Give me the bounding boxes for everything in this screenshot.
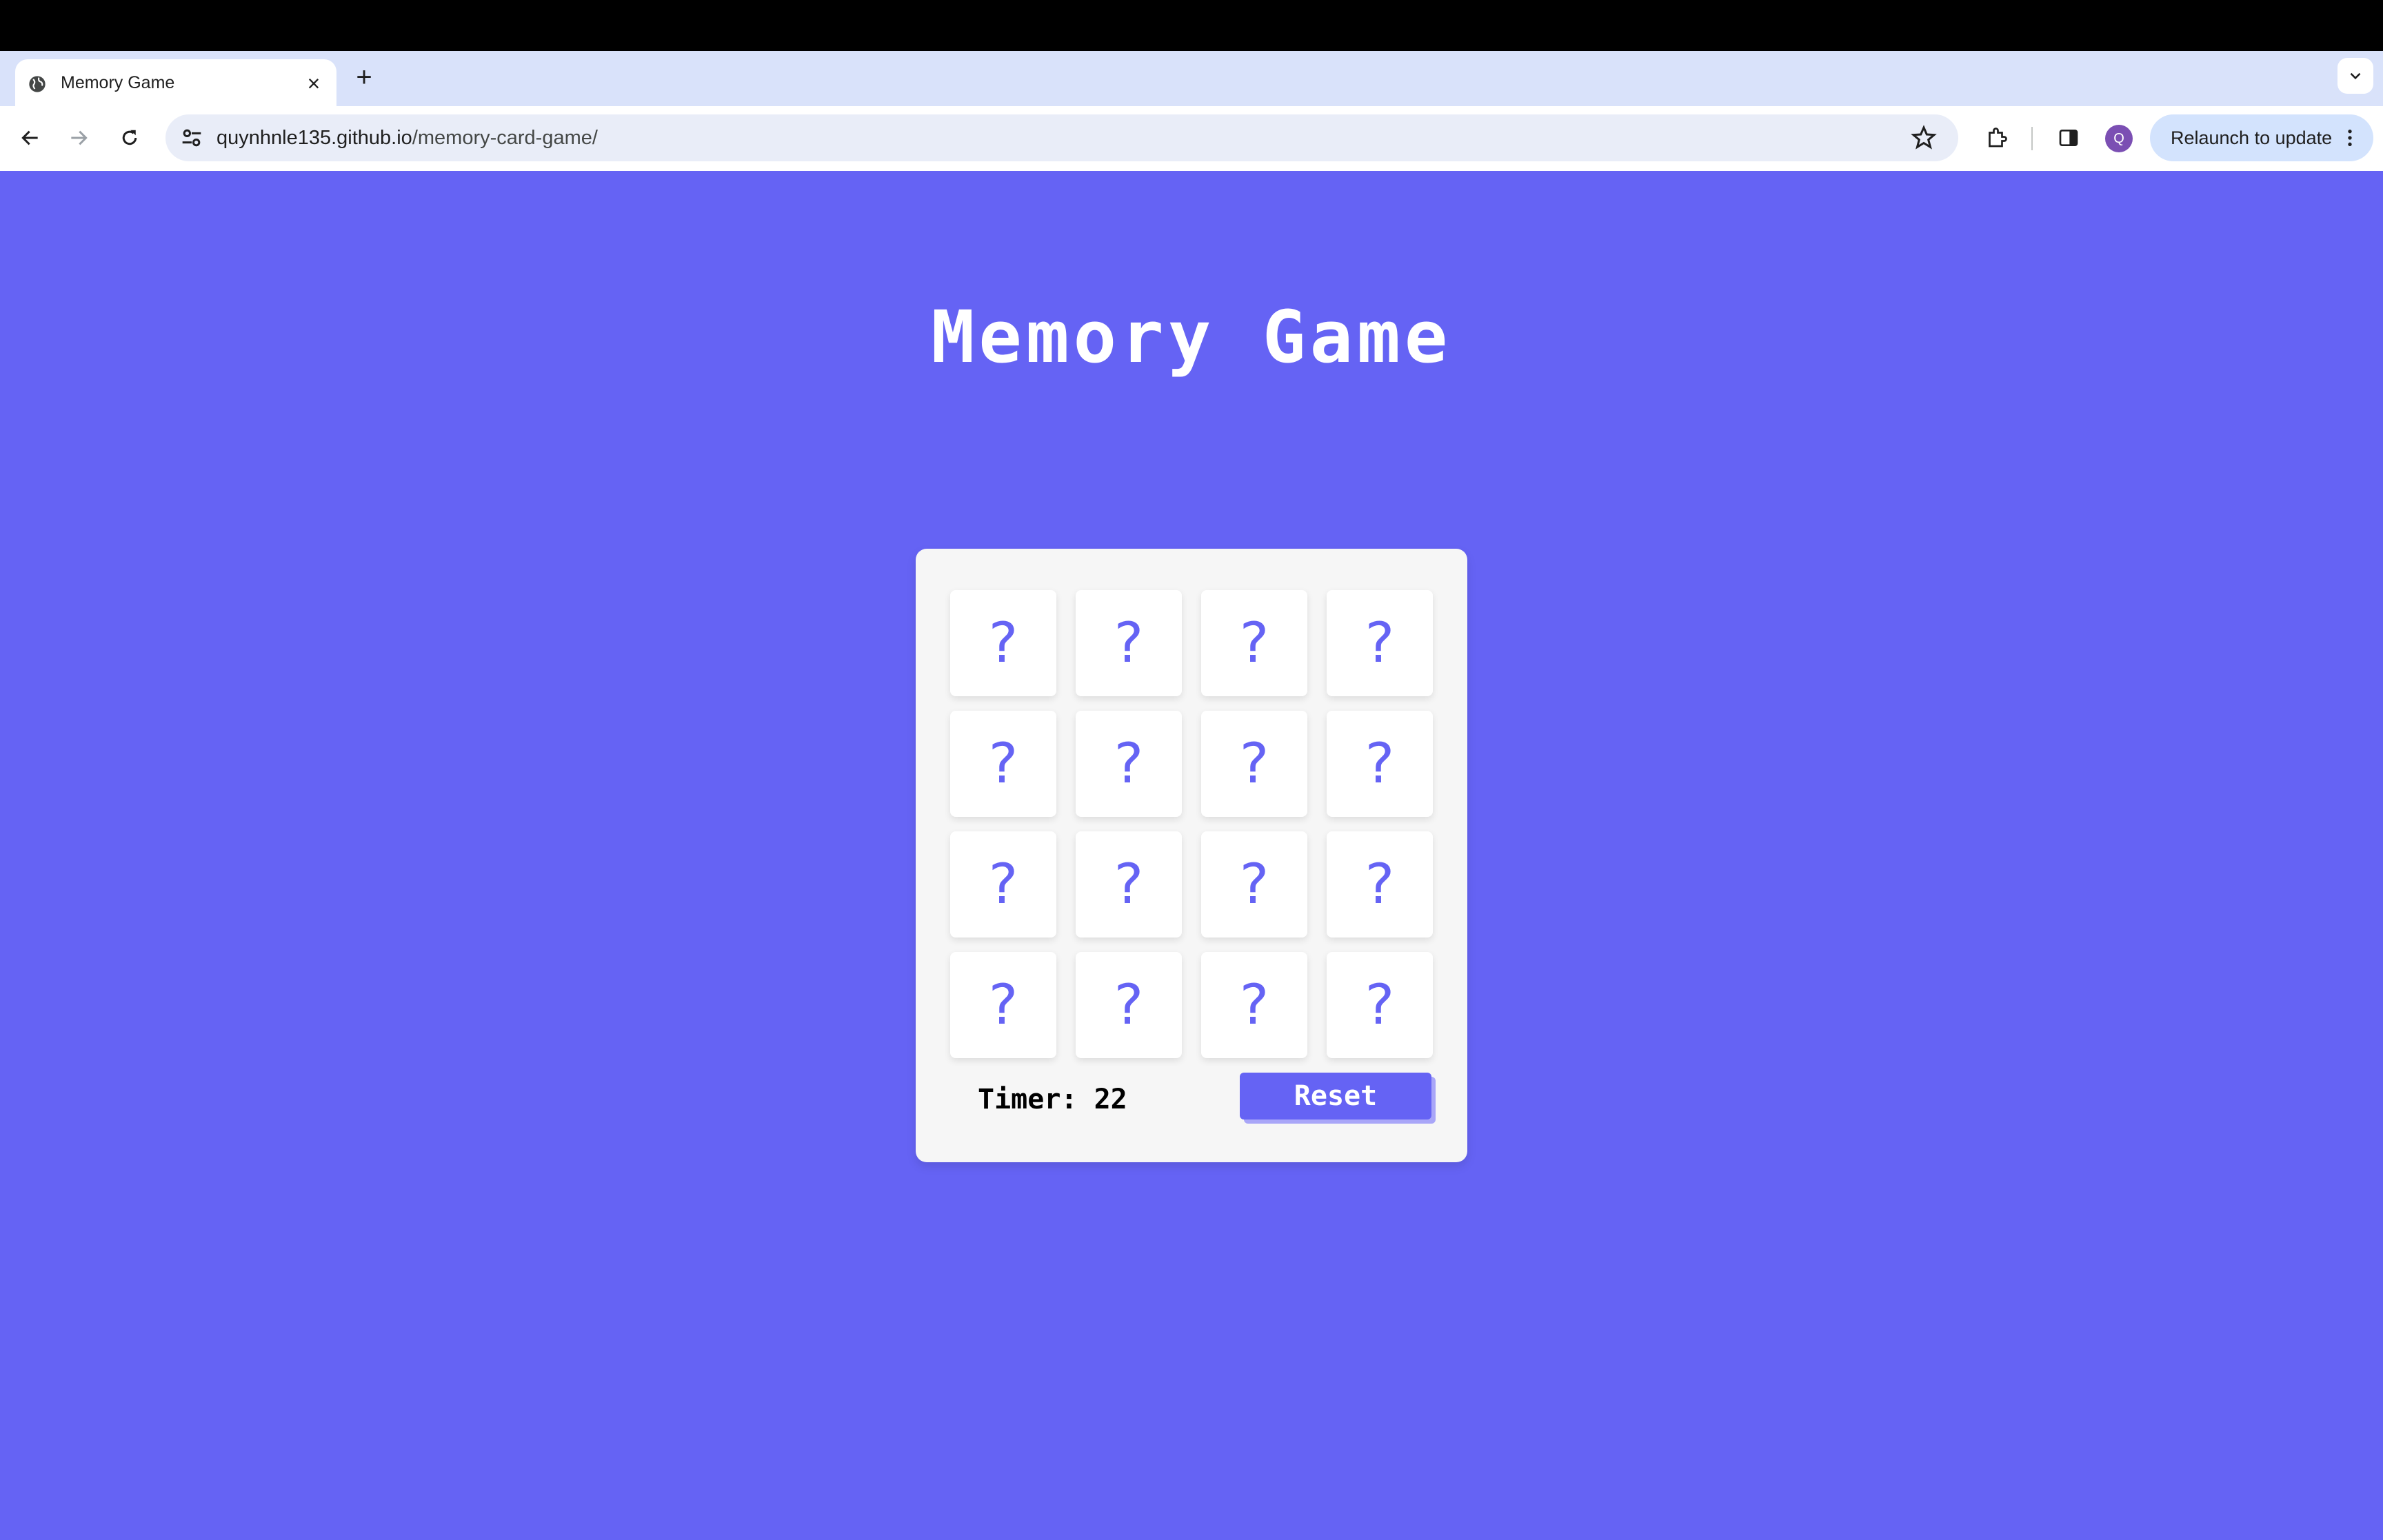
close-icon[interactable]: ×: [302, 72, 325, 95]
tab-title: Memory Game: [61, 73, 175, 92]
memory-card[interactable]: ?: [1201, 952, 1307, 1058]
card-face: ?: [1239, 973, 1269, 1037]
card-face: ?: [1239, 852, 1269, 916]
memory-card[interactable]: ?: [950, 831, 1056, 938]
memory-card[interactable]: ?: [950, 711, 1056, 817]
address-bar[interactable]: quynhnle135.github.io/memory-card-game/: [165, 114, 1958, 161]
card-face: ?: [1114, 973, 1144, 1037]
memory-card[interactable]: ?: [1327, 590, 1433, 696]
tab-search-button[interactable]: [2337, 58, 2373, 94]
timer-display: Timer: 22: [978, 1084, 1127, 1115]
side-panel-icon: [2059, 130, 2078, 146]
reload-button[interactable]: [112, 120, 148, 156]
memory-card[interactable]: ?: [1076, 831, 1182, 938]
memory-card[interactable]: ?: [1201, 711, 1307, 817]
card-face: ?: [1239, 731, 1269, 796]
relaunch-button[interactable]: Relaunch to update: [2150, 114, 2373, 161]
more-vert-icon[interactable]: [2339, 127, 2361, 149]
memory-card[interactable]: ?: [1076, 952, 1182, 1058]
card-face: ?: [988, 611, 1018, 675]
reset-button[interactable]: Reset: [1240, 1073, 1431, 1119]
browser-toolbar: quynhnle135.github.io/memory-card-game/ …: [0, 106, 2383, 172]
forward-button[interactable]: [61, 120, 97, 156]
memory-card[interactable]: ?: [950, 590, 1056, 696]
card-face: ?: [1114, 731, 1144, 796]
reload-icon: [122, 130, 137, 145]
url-text[interactable]: quynhnle135.github.io/memory-card-game/: [217, 127, 598, 150]
memory-card[interactable]: ?: [1327, 711, 1433, 817]
site-settings-icon[interactable]: [178, 124, 205, 152]
memory-card[interactable]: ?: [950, 952, 1056, 1058]
relaunch-label: Relaunch to update: [2171, 127, 2333, 148]
plus-icon[interactable]: +: [350, 63, 378, 91]
forward-arrow-icon: [71, 130, 88, 145]
card-face: ?: [988, 731, 1018, 796]
card-face: ?: [988, 973, 1018, 1037]
memory-card[interactable]: ?: [1076, 711, 1182, 817]
memory-card[interactable]: ?: [1327, 952, 1433, 1058]
url-host: quynhnle135.github.io: [217, 127, 412, 149]
globe-icon: [29, 76, 46, 92]
card-face: ?: [1365, 731, 1395, 796]
memory-card[interactable]: ?: [1327, 831, 1433, 938]
card-face: ?: [1114, 852, 1144, 916]
card-face: ?: [1114, 611, 1144, 675]
toolbar-divider: [2031, 127, 2033, 150]
timer-label: Timer:: [978, 1084, 1078, 1115]
os-menu-bar: [0, 0, 2383, 51]
browser-tab[interactable]: Memory Game ×: [15, 59, 336, 108]
memory-card[interactable]: ?: [1076, 590, 1182, 696]
timer-value: 22: [1094, 1084, 1127, 1115]
card-face: ?: [1365, 611, 1395, 675]
page-content: Memory Game ? ? ? ? ? ? ? ? ? ? ? ? ? ? …: [0, 171, 2383, 1540]
memory-card[interactable]: ?: [1201, 590, 1307, 696]
url-path: /memory-card-game/: [412, 127, 598, 149]
game-board: ? ? ? ? ? ? ? ? ? ? ? ? ? ? ? ? Timer: 2…: [916, 549, 1467, 1162]
star-icon[interactable]: [1910, 124, 1938, 152]
side-panel-button[interactable]: [2051, 120, 2087, 156]
card-face: ?: [988, 852, 1018, 916]
back-arrow-icon: [21, 130, 38, 145]
puzzle-icon: [1989, 128, 2007, 148]
card-face: ?: [1239, 611, 1269, 675]
back-button[interactable]: [12, 120, 48, 156]
tab-strip: Memory Game × +: [0, 51, 2383, 108]
memory-card[interactable]: ?: [1201, 831, 1307, 938]
card-grid: ? ? ? ? ? ? ? ? ? ? ? ? ? ? ? ?: [950, 590, 1433, 1059]
card-face: ?: [1365, 973, 1395, 1037]
profile-avatar[interactable]: Q: [2105, 125, 2133, 152]
game-title: Memory Game: [931, 295, 1452, 379]
card-face: ?: [1365, 852, 1395, 916]
chevron-down-icon: [2350, 72, 2361, 80]
extensions-button[interactable]: [1979, 120, 2015, 156]
